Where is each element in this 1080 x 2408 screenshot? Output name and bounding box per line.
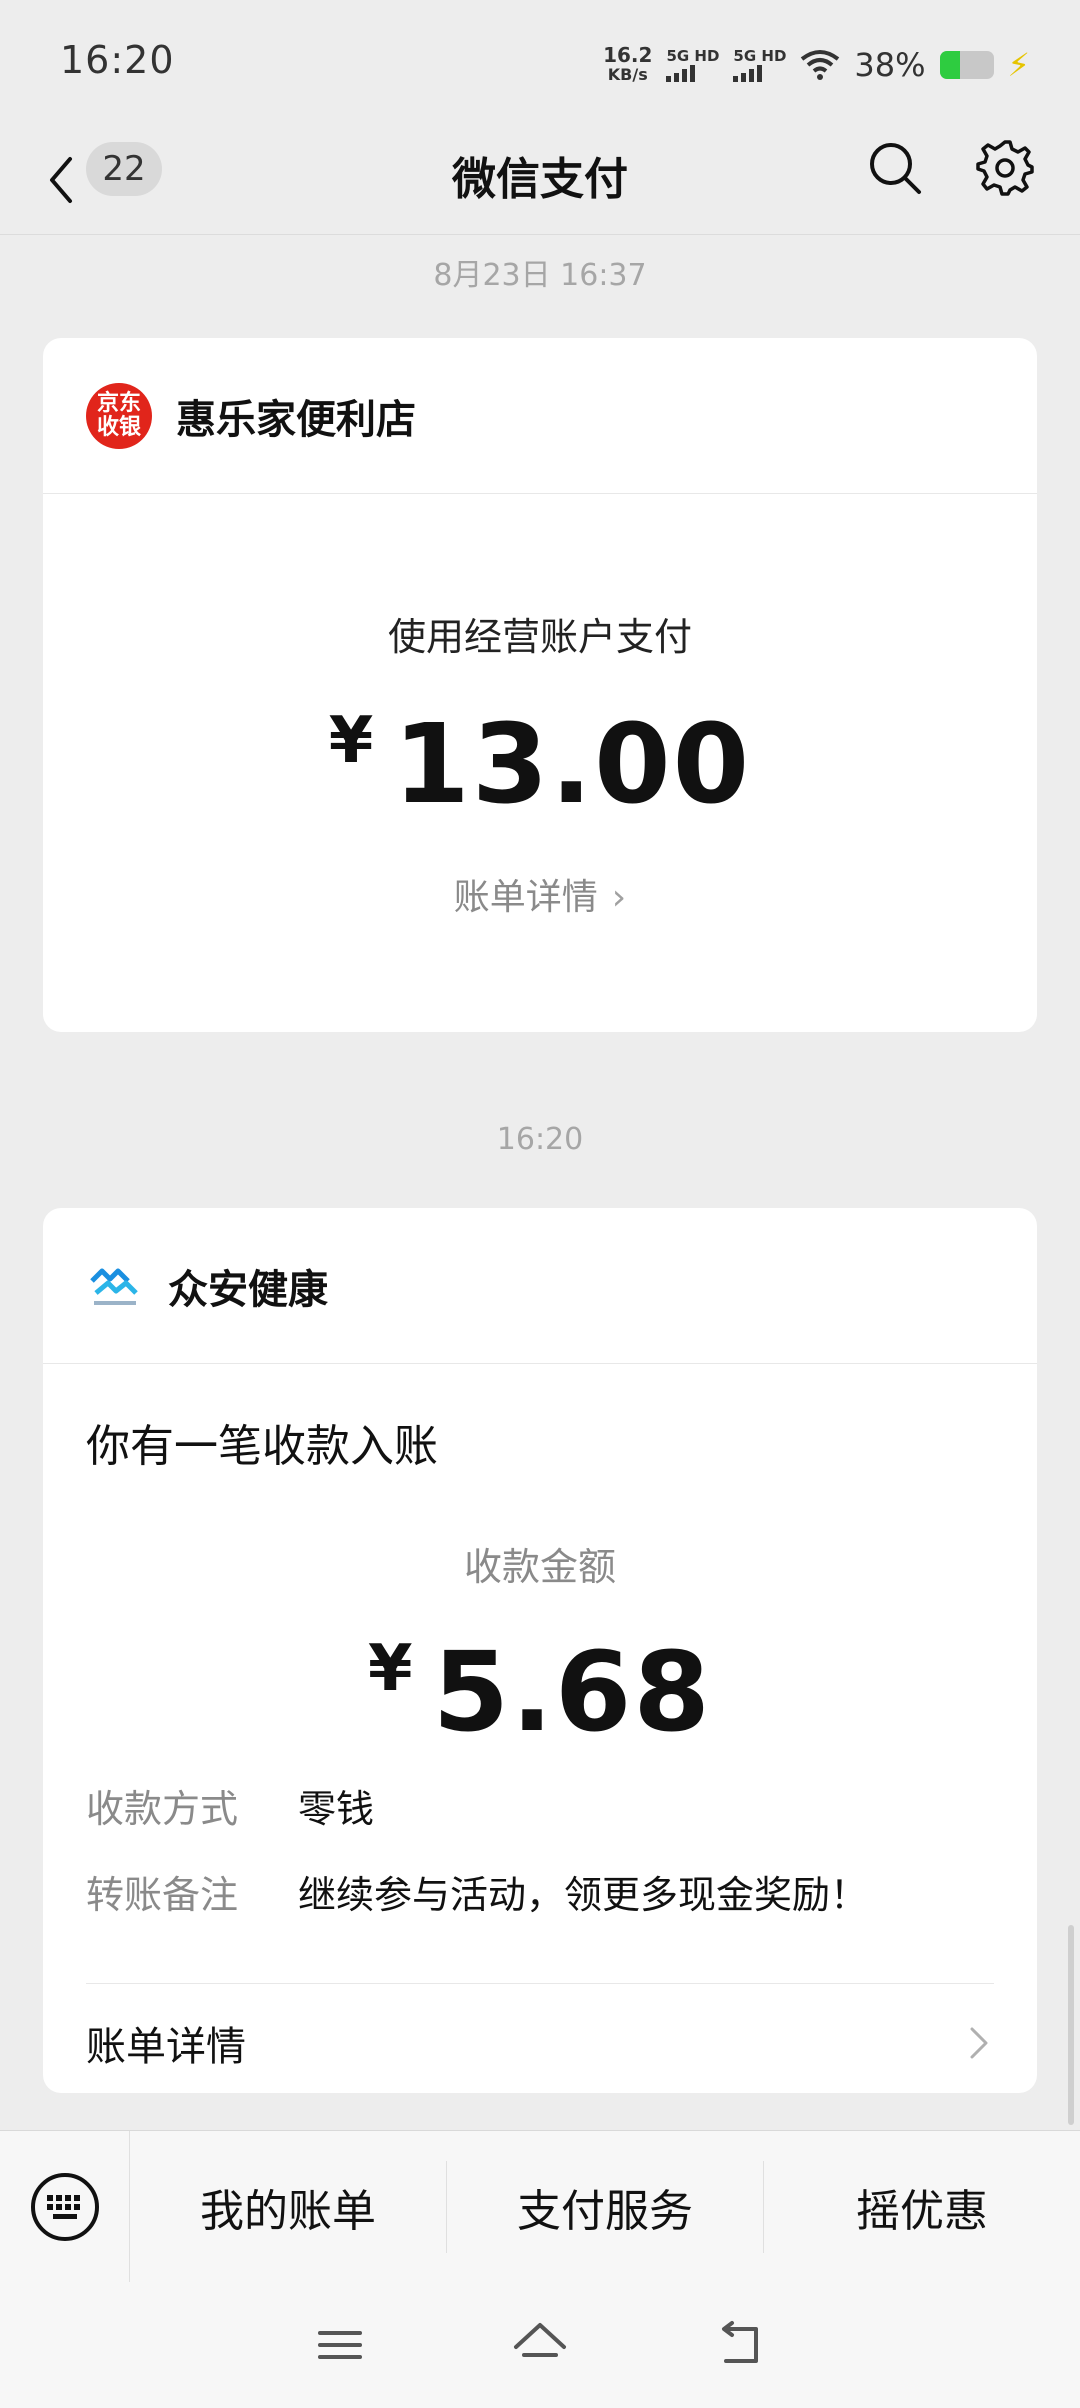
bill-detail-link[interactable]: 账单详情	[86, 2008, 994, 2078]
merchant-name: 众安健康	[168, 1266, 328, 1313]
payment-amount: ¥13.00	[43, 700, 1037, 828]
keyboard-toggle-button[interactable]	[0, 2130, 130, 2283]
status-time: 16:20	[60, 38, 175, 82]
sim1-signal-icon: 5G HD	[666, 48, 719, 82]
transfer-note-row: 转账备注 继续参与活动，领更多现金奖励！	[86, 1864, 868, 1919]
row-value: 继续参与活动，领更多现金奖励！	[298, 1873, 869, 1917]
nav-bar: 22 微信支付	[0, 125, 1080, 235]
chevron-right-icon	[970, 2027, 988, 2059]
menu-my-bills[interactable]: 我的账单	[130, 2161, 446, 2253]
divider	[86, 1983, 994, 1984]
bill-detail-label: 账单详情	[86, 2024, 246, 2070]
sim2-label: 5G HD	[733, 47, 787, 65]
currency-symbol: ¥	[368, 1632, 415, 1706]
card-header: 京东 收银 惠乐家便利店	[43, 338, 1037, 494]
bill-detail-link[interactable]: 账单详情 ›	[43, 868, 1037, 920]
menu-icon[interactable]	[310, 2315, 370, 2375]
merchant-name: 惠乐家便利店	[176, 396, 416, 443]
charging-icon: ⚡	[1007, 46, 1030, 84]
notice-title: 你有一笔收款入账	[86, 1421, 438, 1472]
system-navigation-bar	[0, 2282, 1080, 2408]
zhongan-health-logo-icon	[90, 1268, 138, 1305]
card-header: 众安健康	[43, 1208, 1037, 1364]
scrollbar[interactable]	[1068, 1925, 1074, 2125]
gear-icon[interactable]	[975, 137, 1035, 197]
status-bar: 16:20 16.2 KB/s 5G HD 5G HD 38% ⚡	[0, 0, 1080, 125]
payment-card[interactable]: 京东 收银 惠乐家便利店 使用经营账户支付 ¥13.00 账单详情 ›	[43, 338, 1037, 1032]
menu-shake-offers[interactable]: 摇优惠	[763, 2160, 1080, 2253]
message-timestamp: 16:20	[496, 1122, 584, 1157]
payment-description: 使用经营账户支付	[387, 615, 692, 659]
sim2-signal-icon: 5G HD	[733, 48, 786, 82]
receipt-card[interactable]: 众安健康 你有一笔收款入账 收款金额 ¥5.68 收款方式 零钱 转账备注 继续参与…	[43, 1208, 1037, 2093]
keyboard-icon	[30, 2172, 99, 2241]
bill-detail-label: 账单详情	[453, 877, 598, 918]
wifi-icon	[801, 50, 840, 80]
battery-icon	[939, 51, 994, 79]
menu-payment-services[interactable]: 支付服务	[446, 2160, 763, 2253]
bottom-menu: 我的账单 支付服务 摇优惠	[0, 2130, 1080, 2283]
amount-value: 5.68	[432, 1628, 712, 1756]
row-key: 收款方式	[86, 1787, 239, 1831]
chevron-right-icon: ›	[611, 877, 627, 918]
back-icon[interactable]	[710, 2315, 770, 2375]
net-speed-unit: KB/s	[607, 65, 648, 84]
currency-symbol: ¥	[328, 704, 376, 778]
search-icon[interactable]	[866, 139, 924, 197]
amount-value: 13.00	[393, 700, 752, 828]
row-key: 转账备注	[86, 1873, 239, 1917]
logo-text-line1: 京东	[96, 390, 141, 416]
network-speed: 16.2 KB/s	[603, 45, 652, 85]
payment-method-row: 收款方式 零钱	[86, 1778, 374, 1833]
status-icons: 16.2 KB/s 5G HD 5G HD 38% ⚡	[603, 40, 1030, 90]
sim1-label: 5G HD	[666, 47, 720, 65]
amount-label: 收款金额	[463, 1545, 616, 1589]
logo-text-line2: 收银	[96, 414, 141, 440]
message-timestamp: 8月23日 16:37	[433, 258, 647, 293]
row-value: 零钱	[298, 1787, 375, 1831]
home-icon[interactable]	[510, 2315, 570, 2375]
net-speed-value: 16.2	[603, 43, 653, 67]
battery-percent: 38%	[854, 46, 926, 84]
received-amount: ¥5.68	[43, 1628, 1037, 1756]
jd-cashier-logo-icon: 京东 收银	[86, 382, 152, 449]
